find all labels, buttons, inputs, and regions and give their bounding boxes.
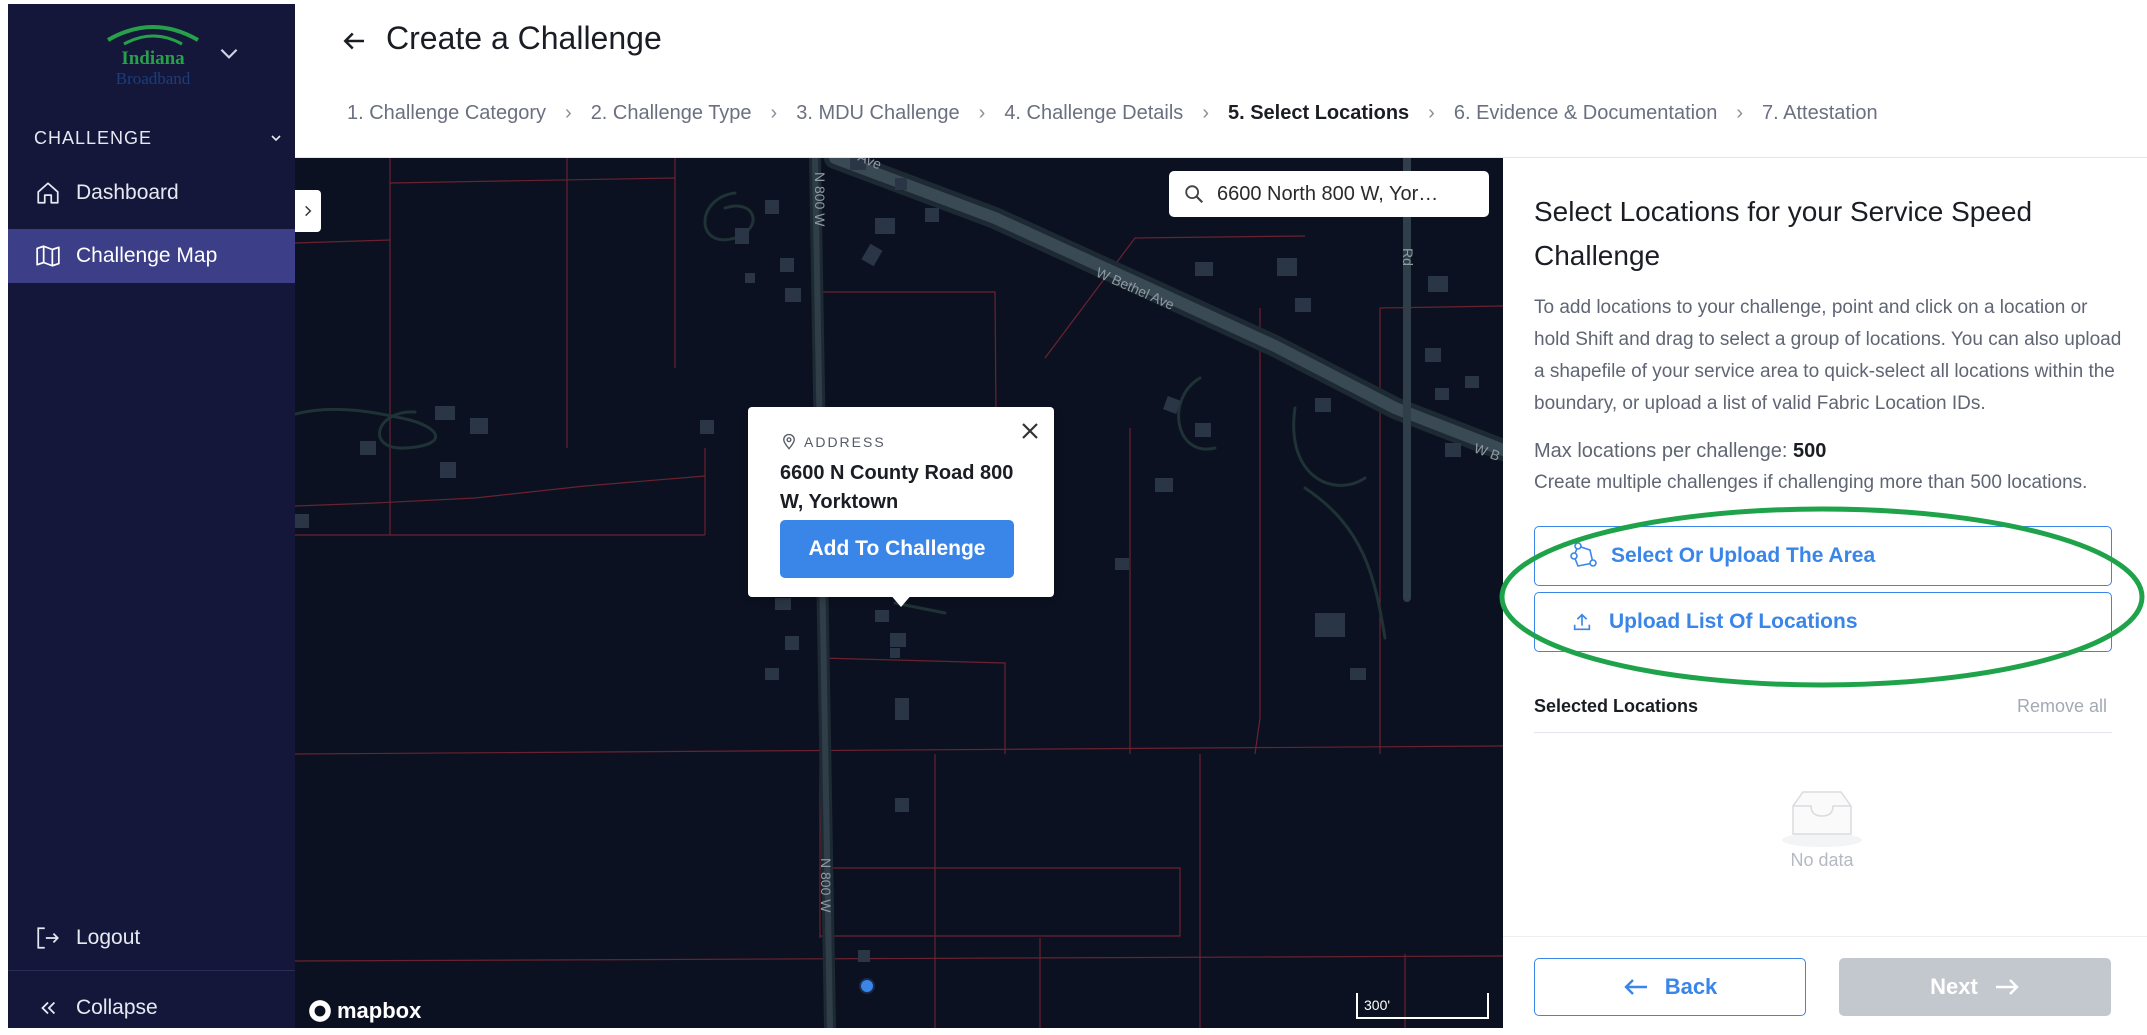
sidebar-item-dashboard[interactable]: Dashboard: [8, 166, 295, 220]
logout-icon: [34, 924, 62, 952]
empty-inbox-icon: [1782, 791, 1862, 847]
chevron-right-icon: [305, 205, 312, 217]
chevron-right-icon: ›: [1428, 102, 1435, 124]
next-label: Next: [1930, 974, 1978, 999]
mapbox-icon: [309, 1000, 331, 1022]
expand-panel-button[interactable]: [295, 190, 321, 232]
back-arrow-icon[interactable]: [339, 26, 369, 56]
map-search-value: 6600 North 800 W, Yor…: [1217, 182, 1439, 205]
step-challenge-type[interactable]: 2. Challenge Type: [591, 102, 752, 125]
logout-button[interactable]: Logout: [8, 911, 295, 965]
add-to-challenge-button[interactable]: Add To Challenge: [780, 520, 1014, 578]
chevron-right-icon: ›: [770, 102, 778, 124]
step-evidence-documentation[interactable]: 6. Evidence & Documentation: [1454, 102, 1718, 125]
map-icon: [34, 242, 62, 270]
selected-locations-heading: Selected Locations: [1534, 696, 1699, 716]
chevron-right-icon: ›: [1736, 102, 1743, 124]
section-label: CHALLENGE: [34, 127, 153, 148]
footer-divider: [1503, 936, 2147, 937]
popup-address: 6600 N County Road 800 W, Yorktown: [780, 462, 1014, 513]
road-label-n-800-w: N 800 W: [812, 172, 828, 227]
popup-pointer: [889, 593, 913, 607]
sidebar-item-challenge-map[interactable]: Challenge Map: [8, 229, 295, 283]
address-popup: ADDRESS 6600 N County Road 800 W, Yorkto…: [748, 407, 1054, 607]
chevron-down-icon[interactable]: [216, 40, 242, 66]
search-icon: [1185, 185, 1204, 204]
map-search-input[interactable]: 6600 North 800 W, Yor…: [1169, 171, 1489, 217]
next-button[interactable]: Next: [1839, 958, 2111, 1016]
popup-label-text: ADDRESS: [804, 434, 886, 450]
map-scale-bar: 300': [1356, 993, 1489, 1019]
selected-divider: [1534, 732, 2112, 733]
home-icon: [34, 179, 62, 207]
chevron-right-icon: ›: [1202, 102, 1209, 124]
step-challenge-category[interactable]: 1. Challenge Category: [347, 102, 546, 125]
sidebar-divider: [8, 970, 295, 971]
location-marker[interactable]: [859, 978, 875, 994]
back-button[interactable]: Back: [1534, 958, 1806, 1016]
sidebar-item-label: Dashboard: [76, 181, 179, 204]
step-select-locations[interactable]: 5. Select Locations: [1228, 102, 1409, 125]
back-label: Back: [1664, 974, 1718, 999]
collapse-label: Collapse: [76, 996, 158, 1019]
logout-label: Logout: [76, 926, 141, 949]
arrow-right-icon: [1995, 979, 2019, 995]
close-icon[interactable]: [1018, 419, 1042, 443]
max-locations-text: Max locations per challenge: 500: [1534, 440, 1826, 463]
remove-all-link[interactable]: Remove all: [2017, 696, 2107, 717]
scale-label: 300': [1364, 997, 1391, 1013]
mapbox-attribution: mapbox: [337, 998, 422, 1023]
challenge-section-toggle[interactable]: CHALLENGE: [34, 124, 284, 152]
highlight-annotation: [1499, 506, 2145, 688]
location-pin-icon: [783, 433, 795, 450]
arrow-left-icon: [1624, 979, 1647, 995]
mapbox-logo[interactable]: mapbox: [307, 998, 421, 1024]
collapse-button[interactable]: Collapse: [8, 981, 295, 1035]
popup-address-label: ADDRESS: [780, 433, 886, 451]
max-locations-label: Max locations per challenge:: [1534, 440, 1794, 462]
logo-text-top: Indiana: [121, 48, 185, 69]
sidebar-item-label: Challenge Map: [76, 244, 218, 267]
chevron-right-icon: ›: [978, 102, 986, 124]
chevron-down-icon: [271, 135, 281, 142]
panel-title: Select Locations for your Service Speed …: [1534, 196, 2033, 271]
map-canvas[interactable]: W Bethel Ave N 800 W N 800 W Ave W B Rd …: [295, 158, 1503, 1028]
indiana-broadband-logo[interactable]: Indiana Broadband: [88, 16, 218, 88]
empty-state-text: No data: [1790, 850, 1854, 870]
select-locations-panel: Select Locations for your Service Speed …: [1499, 158, 2147, 1028]
max-locations-value: 500: [1793, 440, 1827, 462]
double-chevron-left-icon: [34, 994, 62, 1022]
multiple-challenges-note: Create multiple challenges if challengin…: [1534, 472, 2088, 493]
road-label-n-800-w-south: N 800 W: [818, 858, 834, 913]
step-breadcrumb: 1. Challenge Category › 2. Challenge Typ…: [347, 102, 1878, 125]
logo-text-bottom: Broadband: [116, 69, 191, 88]
page-header: Create a Challenge 1. Challenge Category…: [295, 0, 2147, 158]
step-attestation[interactable]: 7. Attestation: [1762, 102, 1878, 125]
step-mdu-challenge[interactable]: 3. MDU Challenge: [796, 102, 959, 125]
sidebar: Indiana Broadband CHALLENGE Dashboard Ch…: [8, 4, 295, 1028]
road-label-rd: Rd: [1400, 248, 1416, 266]
chevron-right-icon: ›: [565, 102, 572, 124]
panel-description: To add locations to your challenge, poin…: [1534, 297, 2122, 414]
step-challenge-details[interactable]: 4. Challenge Details: [1004, 102, 1183, 125]
page-title: Create a Challenge: [386, 20, 662, 56]
